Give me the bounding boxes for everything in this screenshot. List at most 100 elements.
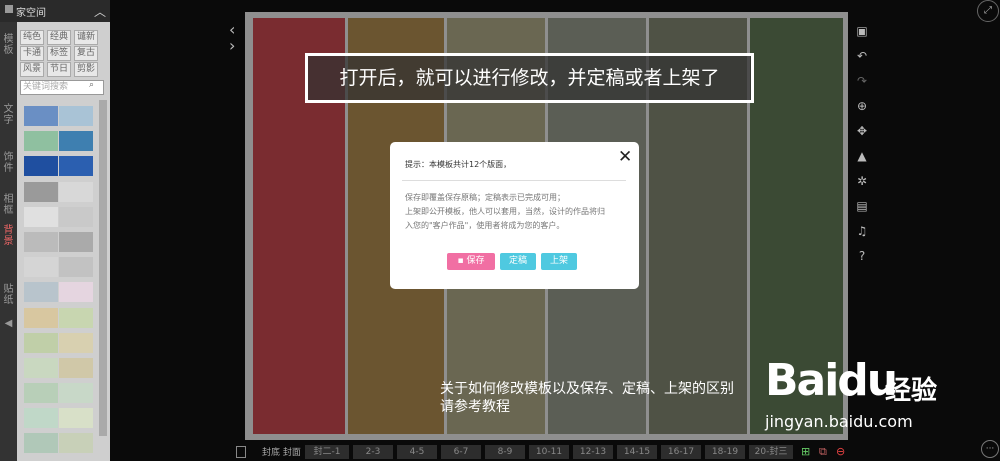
thumbnail[interactable] <box>59 106 93 126</box>
finalize-button[interactable]: 定稿 <box>500 253 536 270</box>
page-tab[interactable]: 封二-1 <box>305 445 349 459</box>
tab-ornament[interactable]: 饰件 <box>2 152 15 174</box>
baidu-watermark: Baidu 经验 jingyan.baidu.com <box>765 355 945 435</box>
tag-button[interactable]: 剪影 <box>74 62 98 77</box>
page-tab[interactable]: 10-11 <box>529 445 569 459</box>
search-icon[interactable]: ⌕ <box>89 81 98 90</box>
collapse-arrow-icon[interactable]: ◀ <box>2 318 15 329</box>
thumbnail[interactable] <box>59 207 93 227</box>
tab-label: 背景 <box>3 225 14 247</box>
thumbnail[interactable] <box>24 308 58 328</box>
tab-background[interactable]: 背景 <box>2 225 15 247</box>
move-icon[interactable]: ✥ <box>856 125 868 137</box>
tab-label: 饰件 <box>3 152 14 174</box>
dialog-text: 上架即公开模板，他人可以套用，当然，设计的作品将归 <box>405 207 605 216</box>
tag-button[interactable]: 谴新 <box>74 30 98 45</box>
delete-page-icon[interactable]: ⊖ <box>836 445 845 458</box>
tab-label: 相框 <box>3 194 14 216</box>
thumbnail[interactable] <box>24 232 58 252</box>
thumbnail[interactable] <box>24 156 58 176</box>
copy-page-icon[interactable]: ⧉ <box>819 445 827 459</box>
thumbnail[interactable] <box>24 282 58 302</box>
page-tab[interactable]: 4-5 <box>397 445 437 459</box>
thumbnail[interactable] <box>24 207 58 227</box>
chevron-up-icon[interactable]: ︿ <box>94 3 106 20</box>
dialog-text: 保存即覆盖保存原稿；定稿表示已完成可用； <box>405 193 565 202</box>
tag-button[interactable]: 经典 <box>47 30 71 45</box>
tag-label: 复古 <box>76 48 95 58</box>
undo-icon[interactable]: ↶ <box>856 50 868 62</box>
thumbnail[interactable] <box>24 257 58 277</box>
save-button[interactable]: ▪ 保存 <box>447 253 495 270</box>
search-placeholder: 关键词搜索 <box>23 82 69 92</box>
tag-button[interactable]: 纯色 <box>20 30 44 45</box>
thumbnail[interactable] <box>59 131 93 151</box>
dialog-text: 入您的"客户作品"，使用者将成为您的客户。 <box>405 221 565 230</box>
tag-label: 经典 <box>49 32 68 42</box>
tab-label: 模板 <box>3 34 14 56</box>
tab-label: 贴纸 <box>3 284 14 306</box>
tag-button[interactable]: 节日 <box>47 62 71 77</box>
jingyan-label: 经验 <box>885 376 938 406</box>
finalize-label: 定稿 <box>508 256 527 266</box>
page-tab[interactable]: 12-13 <box>573 445 613 459</box>
tab-frame[interactable]: 相框 <box>2 194 15 216</box>
thumbnail[interactable] <box>24 433 58 453</box>
close-icon[interactable]: ✕ <box>618 147 632 167</box>
tab-template[interactable]: 模板 <box>2 34 15 56</box>
thumbnail[interactable] <box>59 383 93 403</box>
prompt-dialog: 提示：本模板共计12个版面， ✕ 保存即覆盖保存原稿；定稿表示已完成可用； 上架… <box>390 142 639 289</box>
lock-icon[interactable]: ▲ <box>856 150 868 162</box>
thumbnail[interactable] <box>24 182 58 202</box>
dialog-title: 提示：本模板共计12个版面， <box>405 160 512 169</box>
page-tab[interactable]: 8-9 <box>485 445 525 459</box>
music-icon[interactable]: ♫ <box>856 225 868 237</box>
chat-icon[interactable]: ··· <box>981 440 999 458</box>
thumbnail[interactable] <box>24 106 58 126</box>
page-tab[interactable]: 20-封三 <box>749 445 793 459</box>
tutorial-annotation: 打开后，就可以进行修改，并定稿或者上架了 <box>305 53 754 103</box>
thumbnail[interactable] <box>59 282 93 302</box>
caption-line: 关于如何修改模板以及保存、定稿、上架的区别 <box>440 381 734 397</box>
scrollbar[interactable] <box>99 100 107 436</box>
chevron-right-icon[interactable]: › <box>229 36 235 55</box>
page-tab[interactable]: 2-3 <box>353 445 393 459</box>
thumbnail[interactable] <box>59 182 93 202</box>
page-tab[interactable]: 18-19 <box>705 445 745 459</box>
home-icon <box>5 5 13 13</box>
thumbnail[interactable] <box>59 433 93 453</box>
tag-button[interactable]: 风景 <box>20 62 44 77</box>
page-tab[interactable]: 6-7 <box>441 445 481 459</box>
thumbnail[interactable] <box>59 333 93 353</box>
help-icon[interactable]: ? <box>856 250 868 262</box>
publish-button[interactable]: 上架 <box>541 253 577 270</box>
thumbnail[interactable] <box>59 308 93 328</box>
thumbnail[interactable] <box>24 333 58 353</box>
tag-button[interactable]: 标签 <box>47 46 71 61</box>
fullscreen-icon[interactable]: ⤢ <box>977 0 999 22</box>
tab-text[interactable]: 文字 <box>2 104 15 126</box>
thumbnail[interactable] <box>24 131 58 151</box>
thumbnail[interactable] <box>59 156 93 176</box>
save-icon[interactable]: ▣ <box>856 25 868 37</box>
thumbnail[interactable] <box>24 358 58 378</box>
thumbnail[interactable] <box>59 358 93 378</box>
tag-label: 剪影 <box>76 64 95 74</box>
page-tab[interactable]: 14-15 <box>617 445 657 459</box>
thumbnail[interactable] <box>24 408 58 428</box>
thumbnail[interactable] <box>59 408 93 428</box>
thumbnail[interactable] <box>24 383 58 403</box>
tag-label: 节日 <box>49 64 68 74</box>
gear-icon[interactable]: ✲ <box>856 175 868 187</box>
redo-icon[interactable]: ↷ <box>856 75 868 87</box>
tag-button[interactable]: 卡通 <box>20 46 44 61</box>
presentation-icon[interactable]: ▤ <box>856 200 868 212</box>
page-tab[interactable]: 16-17 <box>661 445 701 459</box>
zoom-in-icon[interactable]: ⊕ <box>856 100 868 112</box>
add-page-icon[interactable]: ⊞ <box>801 445 810 458</box>
page-bar: 封二-1 2-3 4-5 6-7 8-9 10-11 12-13 14-15 1… <box>233 442 848 461</box>
thumbnail[interactable] <box>59 232 93 252</box>
tab-sticker[interactable]: 贴纸 <box>2 284 15 306</box>
thumbnail[interactable] <box>59 257 93 277</box>
tag-button[interactable]: 复古 <box>74 46 98 61</box>
